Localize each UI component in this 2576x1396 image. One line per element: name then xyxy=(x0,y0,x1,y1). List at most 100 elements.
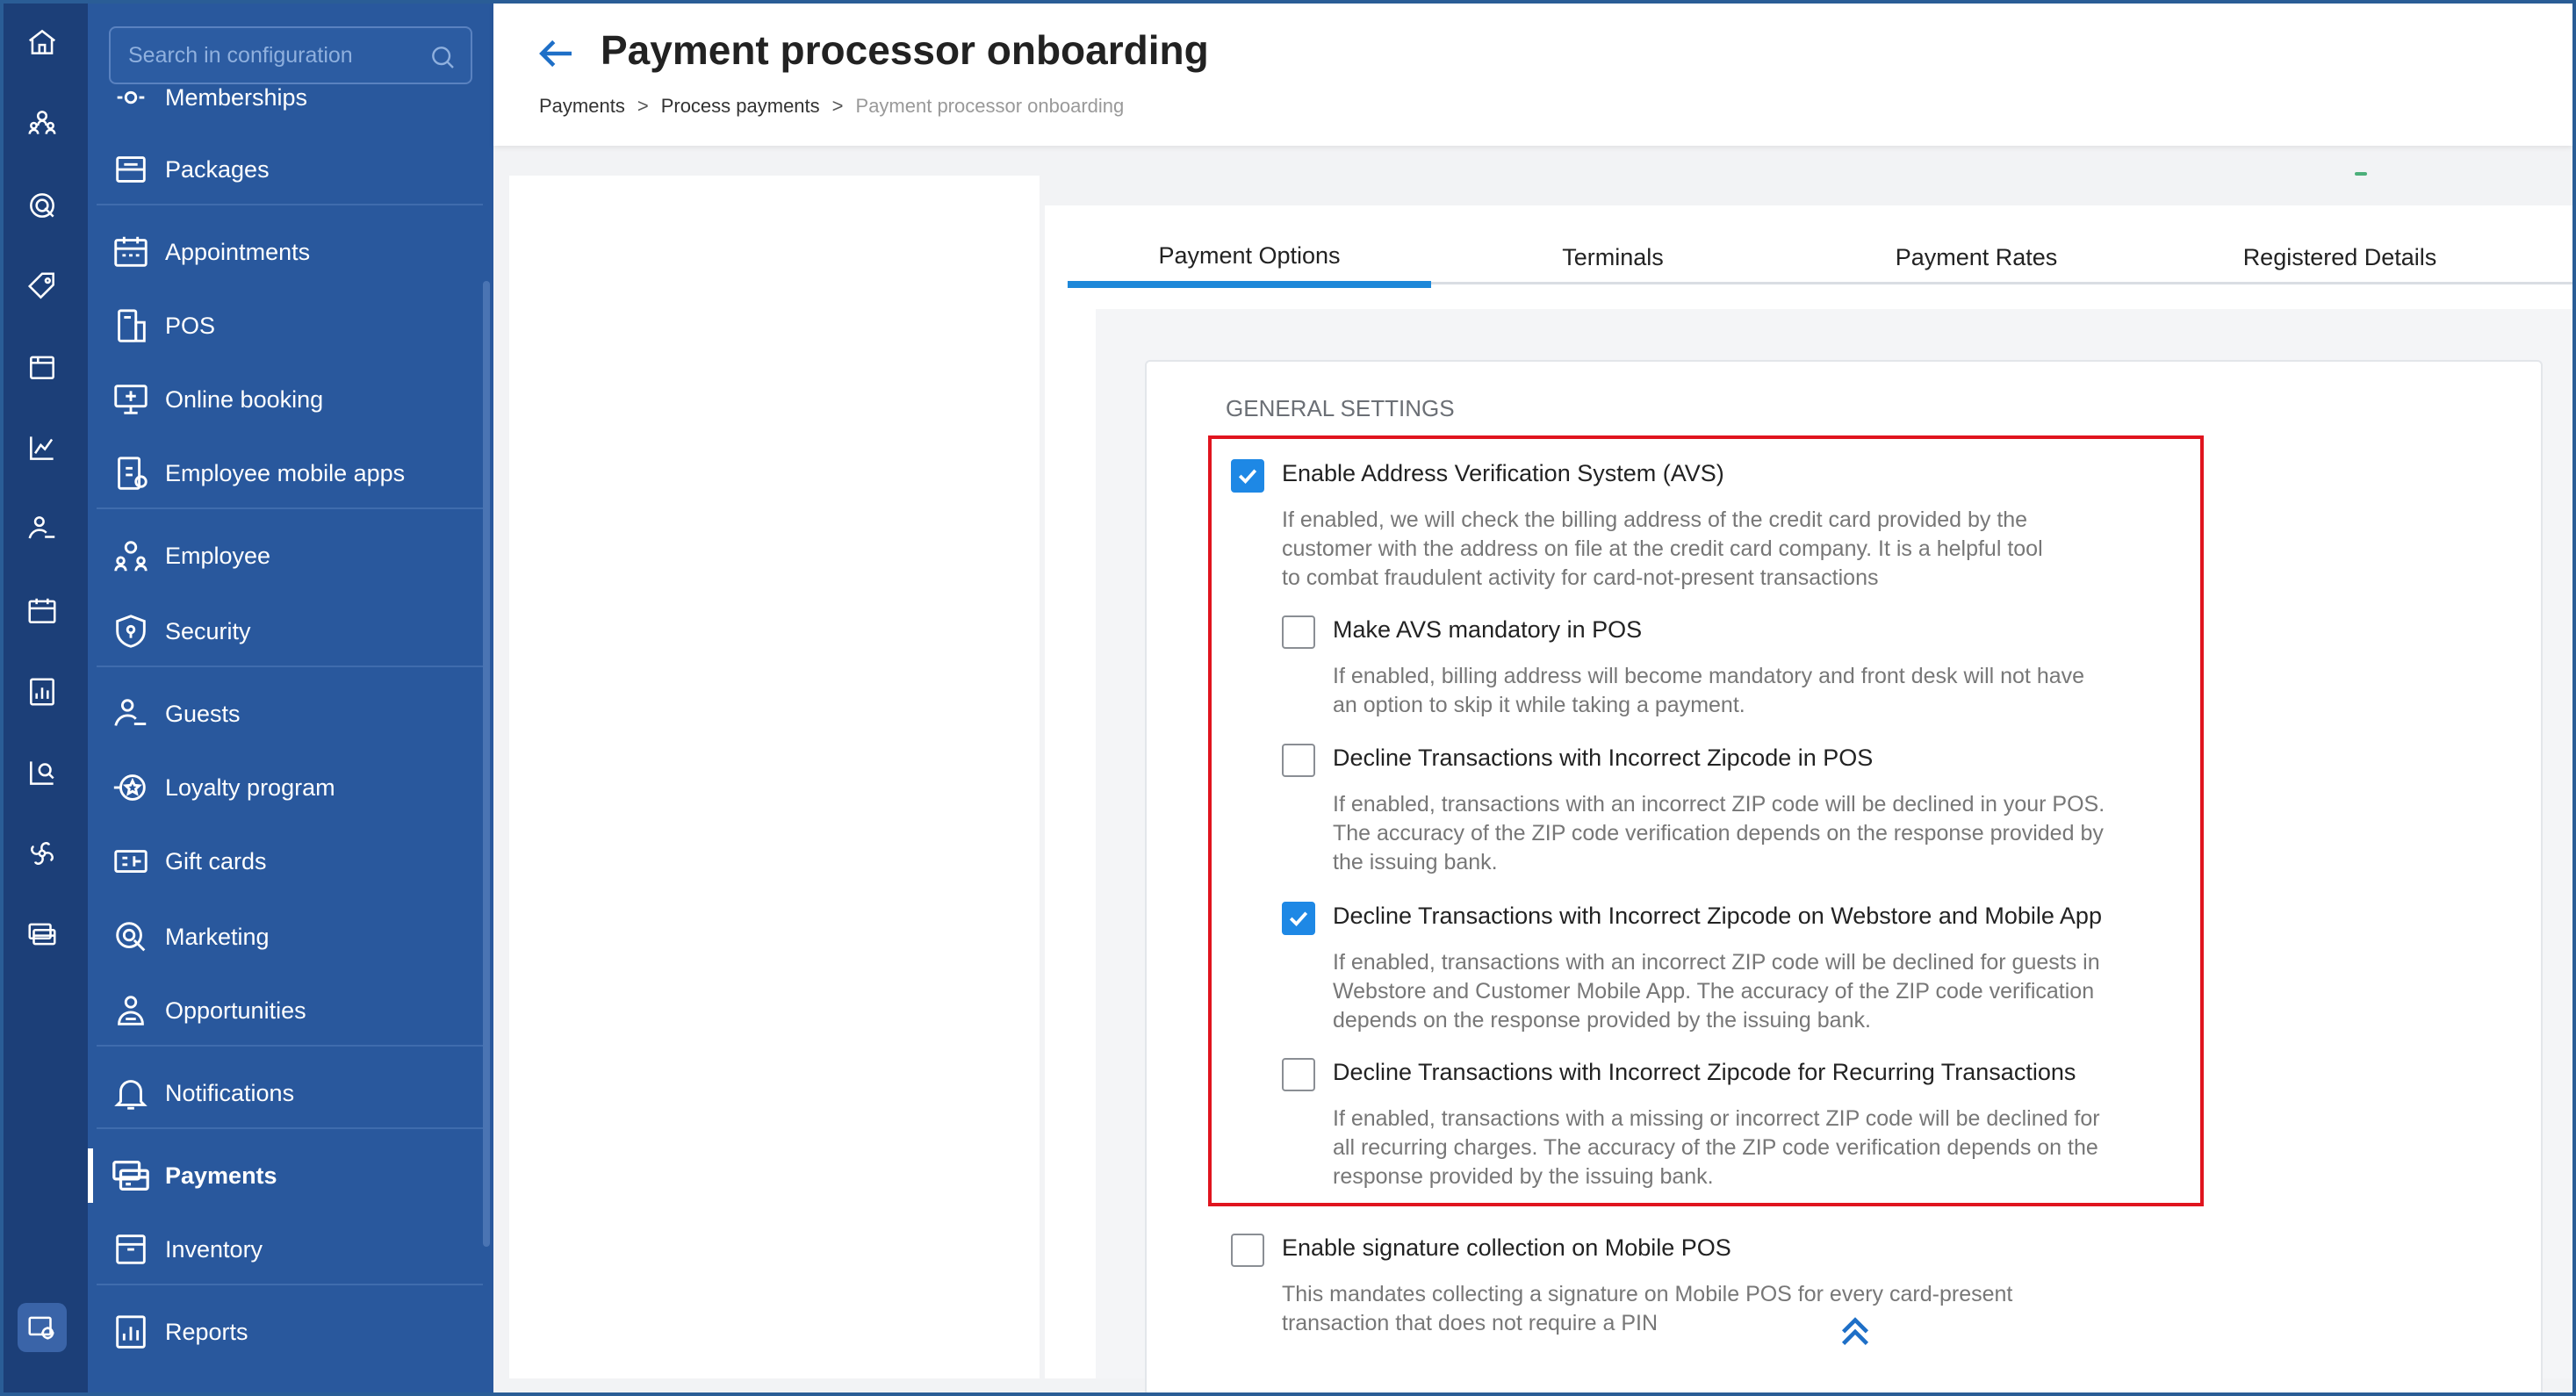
sidebar-item-online-booking[interactable]: Online booking xyxy=(109,369,478,430)
tab-registered-details[interactable]: Registered Details xyxy=(2158,230,2522,284)
section-title: GENERAL SETTINGS xyxy=(1226,395,1455,421)
avs-mandatory-checkbox[interactable] xyxy=(1282,615,1315,649)
tab-payment-rates[interactable]: Payment Rates xyxy=(1795,230,2158,284)
tab-payment-options[interactable]: Payment Options xyxy=(1068,230,1431,288)
sidebar-item-employee[interactable]: Employee xyxy=(109,525,478,586)
sidebar-item-label: Payments xyxy=(165,1162,277,1189)
breadcrumb-current: Payment processor onboarding xyxy=(855,95,1125,117)
breadcrumb: Payments > Process payments > Payment pr… xyxy=(539,95,1136,118)
option-label: Decline Transactions with Incorrect Zipc… xyxy=(1333,745,1874,771)
calendar-icon xyxy=(111,232,151,272)
guests-icon xyxy=(111,694,151,734)
avs-checkbox[interactable] xyxy=(1231,459,1264,493)
back-arrow-icon[interactable] xyxy=(532,30,579,77)
sidebar-item-label: Reports xyxy=(165,1318,248,1345)
divider xyxy=(97,507,483,509)
sidebar-item-label: Employee xyxy=(165,542,271,569)
sidebar-item-marketing[interactable]: Marketing xyxy=(109,906,478,968)
sidebar-item-appointments[interactable]: Appointments xyxy=(109,221,478,283)
decline-zip-recurring-checkbox[interactable] xyxy=(1282,1058,1315,1091)
option-label: Decline Transactions with Incorrect Zipc… xyxy=(1333,1059,2076,1085)
sidebar-item-payments[interactable]: Payments xyxy=(88,1145,478,1206)
mobile-apps-icon xyxy=(111,453,151,493)
opportunities-icon xyxy=(111,990,151,1031)
scroll-to-top-icon[interactable] xyxy=(1835,1310,1875,1350)
option-label: Enable Address Verification System (AVS) xyxy=(1282,460,1724,486)
signature-collection-checkbox[interactable] xyxy=(1231,1234,1264,1267)
tab-terminals[interactable]: Terminals xyxy=(1431,230,1795,284)
sidebar-item-reports[interactable]: Reports xyxy=(109,1301,478,1363)
checkmark-icon xyxy=(1238,469,1257,484)
divider xyxy=(97,204,483,205)
calendar-icon[interactable] xyxy=(18,586,67,636)
icon-rail xyxy=(0,0,88,1396)
checkmark-icon xyxy=(1289,911,1308,926)
shield-icon xyxy=(111,611,151,651)
loyalty-icon xyxy=(111,767,151,808)
option-description: If enabled, billing address will become … xyxy=(1333,664,2085,717)
online-booking-icon xyxy=(111,379,151,420)
employee-icon xyxy=(111,536,151,576)
config-sidebar: Memberships Packages Appointments POS On… xyxy=(88,0,493,1396)
option-description: If enabled, transactions with a missing … xyxy=(1333,1106,2100,1189)
sidebar-scrollbar[interactable] xyxy=(483,281,490,1247)
payments-rail-icon[interactable] xyxy=(18,910,67,959)
marketing-icon[interactable] xyxy=(18,181,67,230)
sidebar-item-security[interactable]: Security xyxy=(109,601,478,662)
sidebar-item-opportunities[interactable]: Opportunities xyxy=(109,980,478,1041)
breadcrumb-link-payments[interactable]: Payments xyxy=(539,95,625,118)
sidebar-item-guests[interactable]: Guests xyxy=(109,683,478,745)
sidebar-item-label: Gift cards xyxy=(165,847,267,874)
sidebar-item-label: Guests xyxy=(165,700,241,727)
option-description: This mandates collecting a signature on … xyxy=(1282,1282,2013,1335)
sidebar-item-memberships[interactable]: Memberships xyxy=(109,67,478,128)
page-title: Payment processor onboarding xyxy=(601,27,1209,73)
tab-bar: Payment Options Terminals Payment Rates … xyxy=(1068,230,2572,288)
decline-zip-pos-checkbox[interactable] xyxy=(1282,744,1315,777)
guests-icon[interactable] xyxy=(18,504,67,553)
progress-marker xyxy=(2355,172,2367,176)
divider xyxy=(97,1045,483,1047)
option-description: If enabled, transactions with an incorre… xyxy=(1333,950,2100,1033)
memberships-icon xyxy=(111,77,151,118)
pos-icon xyxy=(111,306,151,346)
breadcrumb-link-process-payments[interactable]: Process payments xyxy=(661,95,820,118)
sidebar-item-inventory[interactable]: Inventory xyxy=(109,1219,478,1280)
breadcrumb-separator: > xyxy=(831,95,844,117)
analytics-icon[interactable] xyxy=(18,423,67,472)
sidebar-item-loyalty-program[interactable]: Loyalty program xyxy=(109,757,478,818)
sidebar-item-label: Inventory xyxy=(165,1235,263,1263)
reports-icon xyxy=(111,1312,151,1352)
divider xyxy=(97,1127,483,1129)
sidebar-item-label: Appointments xyxy=(165,238,311,265)
sidebar-item-label: Employee mobile apps xyxy=(165,459,406,486)
home-icon[interactable] xyxy=(18,18,67,67)
tag-icon[interactable] xyxy=(18,262,67,311)
fan-icon[interactable] xyxy=(18,829,67,878)
settings-icon[interactable] xyxy=(18,1303,67,1352)
divider xyxy=(97,1284,483,1285)
sidebar-item-label: Marketing xyxy=(165,923,270,950)
users-icon[interactable] xyxy=(18,98,67,148)
decline-zip-webstore-checkbox[interactable] xyxy=(1282,902,1315,935)
sidebar-item-label: Memberships xyxy=(165,83,308,111)
option-description: If enabled, we will check the billing ad… xyxy=(1282,507,2043,590)
sidebar-item-packages[interactable]: Packages xyxy=(109,139,478,200)
reports-icon[interactable] xyxy=(18,667,67,716)
sidebar-item-label: Opportunities xyxy=(165,997,306,1024)
gift-card-icon xyxy=(111,841,151,881)
sidebar-item-label: POS xyxy=(165,312,216,339)
sidebar-item-pos[interactable]: POS xyxy=(109,295,478,356)
insights-icon[interactable] xyxy=(18,748,67,797)
left-panel xyxy=(509,176,1040,1378)
sidebar-item-notifications[interactable]: Notifications xyxy=(109,1062,478,1124)
option-label: Enable signature collection on Mobile PO… xyxy=(1282,1234,1731,1261)
option-label: Make AVS mandatory in POS xyxy=(1333,616,1643,643)
box-icon[interactable] xyxy=(18,342,67,392)
option-description: If enabled, transactions with an incorre… xyxy=(1333,792,2105,874)
sidebar-item-employee-mobile-apps[interactable]: Employee mobile apps xyxy=(109,443,478,504)
packages-icon xyxy=(111,149,151,190)
payments-icon xyxy=(111,1155,151,1196)
sidebar-item-gift-cards[interactable]: Gift cards xyxy=(109,831,478,892)
sidebar-item-label: Loyalty program xyxy=(165,774,335,801)
